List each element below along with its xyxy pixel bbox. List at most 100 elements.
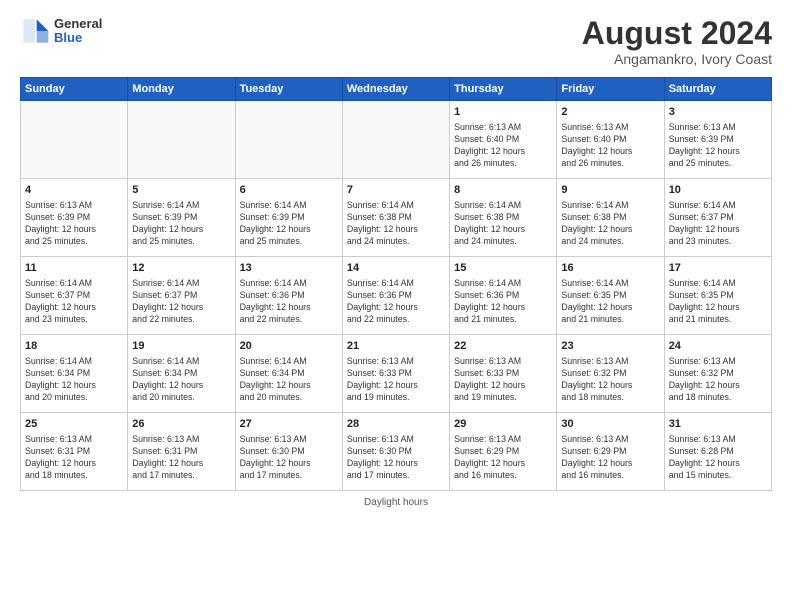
calendar-day-cell: 2 Sunrise: 6:13 AM Sunset: 6:40 PM Daylig…: [557, 101, 664, 179]
calendar-week-row: 18 Sunrise: 6:14 AM Sunset: 6:34 PM Dayli…: [21, 335, 772, 413]
logo-text: General Blue: [54, 17, 102, 46]
calendar-day-cell: 24Sunrise: 6:13 AM Sunset: 6:32 PM Dayli…: [664, 335, 771, 413]
day-info: Sunrise: 6:14 AM Sunset: 6:36 PM Dayligh…: [454, 278, 552, 326]
calendar-table: SundayMondayTuesdayWednesdayThursdayFrid…: [20, 77, 772, 491]
calendar-day-cell: 21 Sunrise: 6:13 AM Sunset: 6:33 PM Dayli…: [342, 335, 449, 413]
calendar-day-cell: 17 Sunrise: 6:14 AM Sunset: 6:35 PM Dayli…: [664, 257, 771, 335]
day-info: Sunrise: 6:14 AM Sunset: 6:37 PM Dayligh…: [669, 200, 767, 248]
day-number: 19: [132, 339, 230, 354]
day-number: 22: [454, 339, 552, 354]
calendar-week-row: 25 Sunrise: 6:13 AM Sunset: 6:31 PM Dayli…: [21, 413, 772, 491]
day-info: Sunrise: 6:13 AM Sunset: 6:29 PM Dayligh…: [454, 434, 552, 482]
day-number: 17: [669, 261, 767, 276]
logo-general: General: [54, 17, 102, 31]
day-info: Sunrise: 6:14 AM Sunset: 6:39 PM Dayligh…: [132, 200, 230, 248]
day-info: Sunrise: 6:14 AM Sunset: 6:36 PM Dayligh…: [240, 278, 338, 326]
calendar-day-cell: 15 Sunrise: 6:14 AM Sunset: 6:36 PM Dayli…: [450, 257, 557, 335]
day-of-week-header: Tuesday: [235, 78, 342, 101]
calendar-day-cell: [342, 101, 449, 179]
day-number: 12: [132, 261, 230, 276]
calendar-day-cell: 14Sunrise: 6:14 AM Sunset: 6:36 PM Dayli…: [342, 257, 449, 335]
calendar-week-row: 4Sunrise: 6:13 AM Sunset: 6:39 PM Daylig…: [21, 179, 772, 257]
day-info: Sunrise: 6:13 AM Sunset: 6:33 PM Dayligh…: [454, 356, 552, 404]
title-block: August 2024 Angamankro, Ivory Coast: [582, 16, 772, 67]
day-number: 23: [561, 339, 659, 354]
day-number: 8: [454, 183, 552, 198]
day-number: 2: [561, 105, 659, 120]
calendar-day-cell: 26 Sunrise: 6:13 AM Sunset: 6:31 PM Dayli…: [128, 413, 235, 491]
day-info: Sunrise: 6:14 AM Sunset: 6:37 PM Dayligh…: [25, 278, 123, 326]
day-number: 21: [347, 339, 445, 354]
day-number: 20: [240, 339, 338, 354]
day-info: Sunrise: 6:13 AM Sunset: 6:33 PM Dayligh…: [347, 356, 445, 404]
calendar-day-cell: 3 Sunrise: 6:13 AM Sunset: 6:39 PM Daylig…: [664, 101, 771, 179]
subtitle: Angamankro, Ivory Coast: [582, 51, 772, 67]
calendar-day-cell: 6Sunrise: 6:14 AM Sunset: 6:39 PM Daylig…: [235, 179, 342, 257]
calendar-day-cell: [235, 101, 342, 179]
calendar-day-cell: 5Sunrise: 6:14 AM Sunset: 6:39 PM Daylig…: [128, 179, 235, 257]
logo-icon: [20, 16, 50, 46]
day-info: Sunrise: 6:13 AM Sunset: 6:31 PM Dayligh…: [132, 434, 230, 482]
day-info: Sunrise: 6:13 AM Sunset: 6:32 PM Dayligh…: [561, 356, 659, 404]
day-info: Sunrise: 6:14 AM Sunset: 6:37 PM Dayligh…: [132, 278, 230, 326]
calendar-day-cell: 1 Sunrise: 6:13 AM Sunset: 6:40 PM Daylig…: [450, 101, 557, 179]
day-info: Sunrise: 6:13 AM Sunset: 6:39 PM Dayligh…: [669, 122, 767, 170]
day-number: 18: [25, 339, 123, 354]
day-info: Sunrise: 6:14 AM Sunset: 6:36 PM Dayligh…: [347, 278, 445, 326]
day-info: Sunrise: 6:14 AM Sunset: 6:38 PM Dayligh…: [454, 200, 552, 248]
day-info: Sunrise: 6:13 AM Sunset: 6:29 PM Dayligh…: [561, 434, 659, 482]
day-info: Sunrise: 6:13 AM Sunset: 6:31 PM Dayligh…: [25, 434, 123, 482]
day-info: Sunrise: 6:14 AM Sunset: 6:38 PM Dayligh…: [347, 200, 445, 248]
day-number: 6: [240, 183, 338, 198]
day-info: Sunrise: 6:13 AM Sunset: 6:39 PM Dayligh…: [25, 200, 123, 248]
day-info: Sunrise: 6:14 AM Sunset: 6:35 PM Dayligh…: [561, 278, 659, 326]
day-number: 7: [347, 183, 445, 198]
calendar-body: 1 Sunrise: 6:13 AM Sunset: 6:40 PM Daylig…: [21, 101, 772, 491]
day-info: Sunrise: 6:13 AM Sunset: 6:30 PM Dayligh…: [347, 434, 445, 482]
calendar-day-cell: 27 Sunrise: 6:13 AM Sunset: 6:30 PM Dayli…: [235, 413, 342, 491]
day-number: 3: [669, 105, 767, 120]
day-info: Sunrise: 6:13 AM Sunset: 6:32 PM Dayligh…: [669, 356, 767, 404]
day-number: 29: [454, 417, 552, 432]
calendar-week-row: 11 Sunrise: 6:14 AM Sunset: 6:37 PM Dayli…: [21, 257, 772, 335]
calendar-day-cell: 28Sunrise: 6:13 AM Sunset: 6:30 PM Dayli…: [342, 413, 449, 491]
day-number: 10: [669, 183, 767, 198]
day-number: 25: [25, 417, 123, 432]
calendar-day-cell: 16 Sunrise: 6:14 AM Sunset: 6:35 PM Dayli…: [557, 257, 664, 335]
day-info: Sunrise: 6:13 AM Sunset: 6:40 PM Dayligh…: [561, 122, 659, 170]
calendar-day-cell: 12 Sunrise: 6:14 AM Sunset: 6:37 PM Dayli…: [128, 257, 235, 335]
day-of-week-header: Saturday: [664, 78, 771, 101]
logo-blue: Blue: [54, 31, 102, 45]
day-info: Sunrise: 6:14 AM Sunset: 6:35 PM Dayligh…: [669, 278, 767, 326]
calendar-day-cell: 9Sunrise: 6:14 AM Sunset: 6:38 PM Daylig…: [557, 179, 664, 257]
footer-label: Daylight hours: [364, 497, 428, 508]
day-of-week-header: Monday: [128, 78, 235, 101]
day-info: Sunrise: 6:14 AM Sunset: 6:34 PM Dayligh…: [25, 356, 123, 404]
logo: General Blue: [20, 16, 102, 46]
header: General Blue August 2024 Angamankro, Ivo…: [20, 16, 772, 67]
calendar-day-cell: 31Sunrise: 6:13 AM Sunset: 6:28 PM Dayli…: [664, 413, 771, 491]
day-number: 11: [25, 261, 123, 276]
calendar-day-cell: 10 Sunrise: 6:14 AM Sunset: 6:37 PM Dayli…: [664, 179, 771, 257]
day-number: 26: [132, 417, 230, 432]
day-number: 31: [669, 417, 767, 432]
day-info: Sunrise: 6:13 AM Sunset: 6:30 PM Dayligh…: [240, 434, 338, 482]
page: General Blue August 2024 Angamankro, Ivo…: [0, 0, 792, 612]
calendar-day-cell: 25 Sunrise: 6:13 AM Sunset: 6:31 PM Dayli…: [21, 413, 128, 491]
day-info: Sunrise: 6:13 AM Sunset: 6:40 PM Dayligh…: [454, 122, 552, 170]
calendar-day-cell: 22 Sunrise: 6:13 AM Sunset: 6:33 PM Dayli…: [450, 335, 557, 413]
day-number: 27: [240, 417, 338, 432]
calendar-day-cell: 8 Sunrise: 6:14 AM Sunset: 6:38 PM Daylig…: [450, 179, 557, 257]
day-number: 15: [454, 261, 552, 276]
day-of-week-header: Thursday: [450, 78, 557, 101]
day-info: Sunrise: 6:14 AM Sunset: 6:34 PM Dayligh…: [132, 356, 230, 404]
day-number: 1: [454, 105, 552, 120]
day-of-week-header: Friday: [557, 78, 664, 101]
calendar-day-cell: 18 Sunrise: 6:14 AM Sunset: 6:34 PM Dayli…: [21, 335, 128, 413]
day-number: 16: [561, 261, 659, 276]
calendar-day-cell: 23 Sunrise: 6:13 AM Sunset: 6:32 PM Dayli…: [557, 335, 664, 413]
calendar-day-cell: 20Sunrise: 6:14 AM Sunset: 6:34 PM Dayli…: [235, 335, 342, 413]
calendar-day-cell: 4Sunrise: 6:13 AM Sunset: 6:39 PM Daylig…: [21, 179, 128, 257]
day-of-week-header: Sunday: [21, 78, 128, 101]
calendar-day-cell: 11 Sunrise: 6:14 AM Sunset: 6:37 PM Dayli…: [21, 257, 128, 335]
